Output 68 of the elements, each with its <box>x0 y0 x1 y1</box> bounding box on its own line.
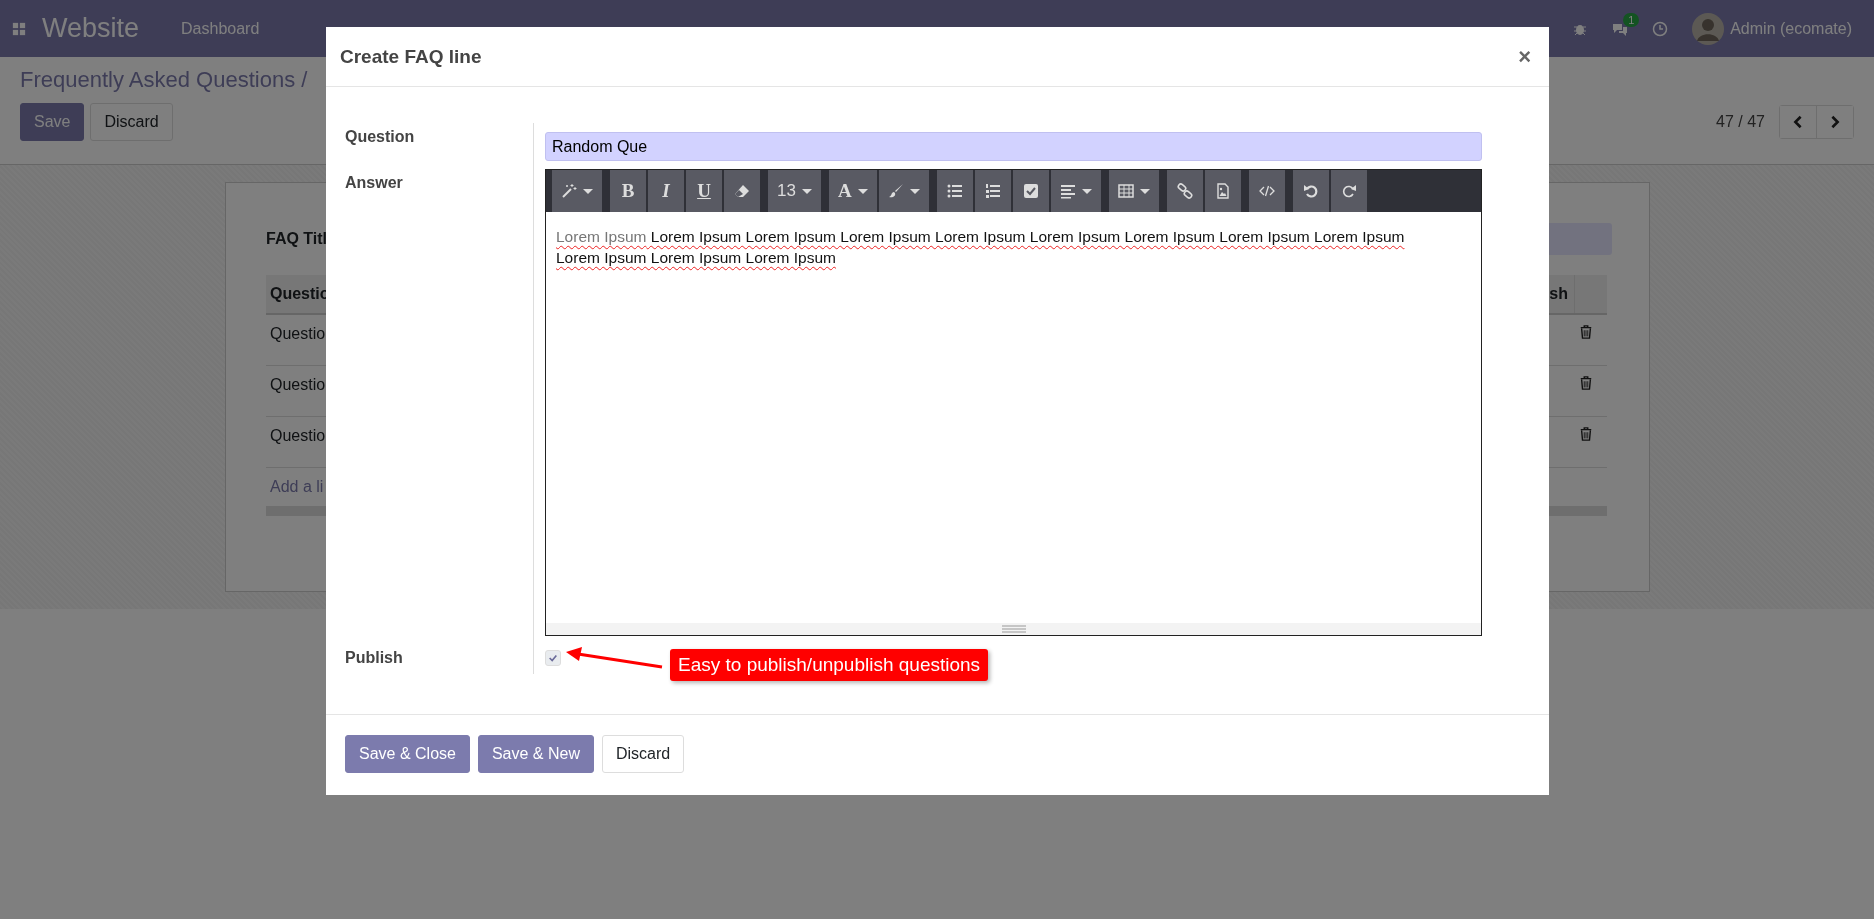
toolbar-button[interactable]: U <box>686 170 722 212</box>
user-name[interactable]: Admin (ecomate) <box>1730 19 1852 38</box>
table-cell-text: Questio <box>269 324 327 344</box>
apps-grid-icon <box>12 21 26 36</box>
toolbar-button[interactable] <box>1204 170 1241 212</box>
dialog-title: Create FAQ line <box>340 45 482 68</box>
menu-item[interactable]: Dashboard <box>181 19 260 38</box>
answer-editor[interactable]: B I U 13 A Lorem Ipsum Lorem Ipsum Lorem Ipsum Lorem Ipsum Lorem Ipsum Lorem Ipsum Lorem Ipsum Lorem Ipsum Lorem Ipsum Lorem Ipsum Lorem Ipsum Lorem Ipsum <box>545 169 1482 636</box>
toolbar-button[interactable] <box>936 170 973 212</box>
answer-text: Lorem Ipsum Lorem Ipsum Lorem Ipsum Lorem Ipsum Lorem Ipsum Lorem Ipsum Lorem Ipsum Lorem Ipsum Lorem Ipsum Lorem Ipsum Lorem Ipsum Lorem Ipsum <box>556 227 1406 268</box>
undo-icon <box>1302 183 1319 199</box>
check-icon <box>548 653 558 663</box>
toolbar-button[interactable] <box>1012 170 1049 212</box>
toolbar-button[interactable] <box>1050 170 1101 212</box>
toolbar-button[interactable] <box>974 170 1011 212</box>
field-label: Question <box>345 127 416 147</box>
toolbar-button[interactable]: A <box>828 170 877 212</box>
caret-icon <box>1139 188 1150 194</box>
toolbar-button[interactable] <box>1166 170 1203 212</box>
toolbar-button[interactable] <box>1292 170 1329 212</box>
toolbar-button[interactable] <box>1248 170 1285 212</box>
caret-icon <box>1081 188 1092 194</box>
bullet-list-icon <box>946 183 963 199</box>
caret-icon <box>857 188 868 194</box>
image-file-icon <box>1214 183 1231 199</box>
code-icon <box>1258 183 1275 199</box>
eraser-icon <box>734 183 750 199</box>
avatar-icon <box>1692 12 1725 45</box>
numbered-list-icon <box>984 183 1001 199</box>
form-button[interactable]: Discard <box>90 103 173 141</box>
next-button[interactable] <box>1816 106 1853 138</box>
link-icon <box>1176 183 1193 199</box>
question-field[interactable]: Random Que <box>545 132 1482 161</box>
caret-icon <box>583 188 593 194</box>
toolbar-button[interactable]: 13 <box>768 170 821 212</box>
caret-icon <box>801 188 812 194</box>
table-cell-text: Questio <box>269 426 327 446</box>
annotation-callout: Easy to publish/unpublish questions <box>670 649 989 681</box>
pager-counter: 47 / 47 <box>1716 113 1765 131</box>
redo-icon <box>1340 183 1357 199</box>
toolbar-button[interactable] <box>552 170 602 212</box>
trash-icon <box>1579 376 1593 390</box>
checkbox-icon <box>1022 183 1039 199</box>
toolbar-button[interactable]: B <box>610 170 646 212</box>
resize-grip-icon <box>1001 625 1026 633</box>
toolbar-button[interactable]: I <box>648 170 684 212</box>
publish-checkbox[interactable] <box>545 650 561 666</box>
field-label: Answer <box>345 173 404 193</box>
caret-icon <box>909 188 920 194</box>
trash-icon <box>1579 427 1593 441</box>
align-icon <box>1059 183 1076 199</box>
trash-icon <box>1579 325 1593 339</box>
toolbar-button[interactable] <box>724 170 760 212</box>
table-cell-text: Questio <box>269 375 327 395</box>
table-icon <box>1117 183 1134 199</box>
dialog-button[interactable]: Save & New <box>477 735 594 773</box>
form-button[interactable]: Save <box>20 103 85 141</box>
close-button[interactable]: × <box>1518 43 1531 70</box>
app-name: Website <box>42 13 140 44</box>
field-label: FAQ Titl <box>266 230 328 248</box>
toolbar-button[interactable] <box>1330 170 1367 212</box>
field-label: Publish <box>345 648 404 668</box>
brush-icon <box>887 183 904 199</box>
notification-badge: 1 <box>1623 12 1640 27</box>
dialog-button[interactable]: Save & Close <box>345 735 470 773</box>
clock-icon <box>1652 20 1669 37</box>
wand-icon <box>561 183 577 199</box>
dialog-button[interactable]: Discard <box>602 735 685 773</box>
